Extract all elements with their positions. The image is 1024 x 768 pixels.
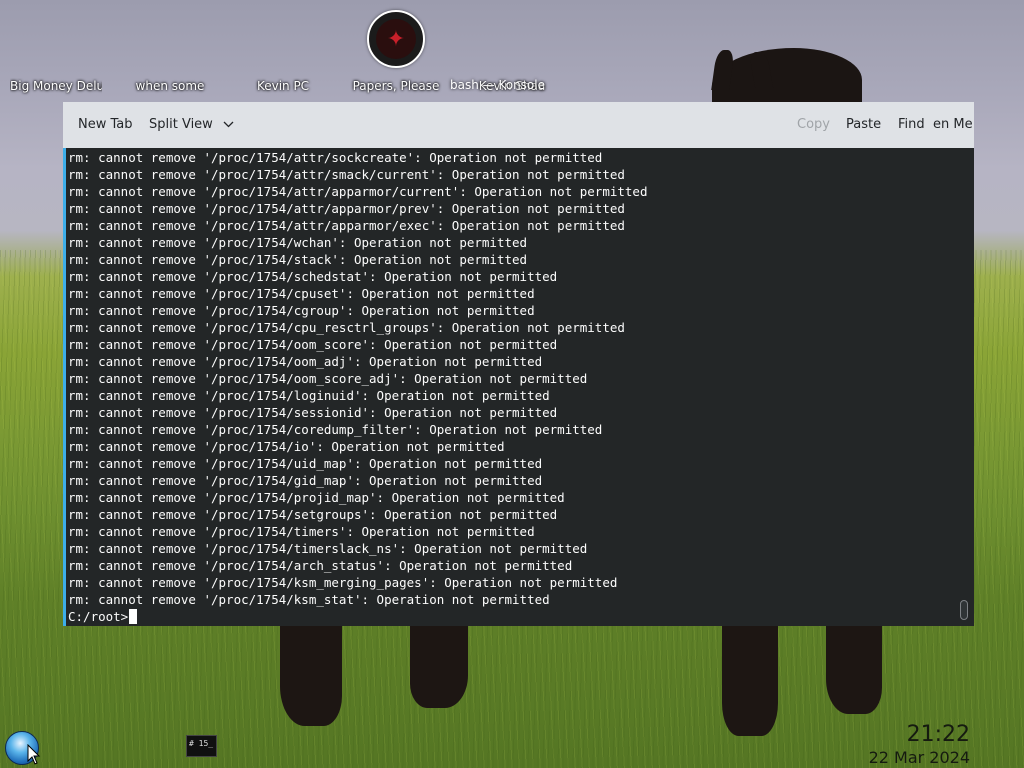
terminal-line: rm: cannot remove '/proc/1754/projid_map… [68, 490, 565, 505]
terminal-line: rm: cannot remove '/proc/1754/wchan': Op… [68, 235, 528, 250]
find-button[interactable]: Find [898, 117, 925, 132]
terminal-line: rm: cannot remove '/proc/1754/arch_statu… [68, 558, 573, 573]
terminal-line: rm: cannot remove '/proc/1754/timerslack… [68, 541, 588, 556]
terminal-line: rm: cannot remove '/proc/1754/oom_adj': … [68, 354, 543, 369]
papers-please-icon[interactable]: ✦ [367, 10, 425, 68]
terminal-line: rm: cannot remove '/proc/1754/attr/appar… [68, 218, 625, 233]
terminal-prompt[interactable]: C:/root> [68, 608, 647, 625]
taskbar-terminal-thumbnail[interactable]: # 15_ [186, 735, 217, 757]
copy-button[interactable]: Copy [797, 117, 830, 132]
taskbar-clock[interactable]: 21:22 22 Mar 2024 [869, 722, 970, 768]
terminal-line: rm: cannot remove '/proc/1754/attr/appar… [68, 201, 625, 216]
wallpaper-horse-leg [410, 626, 468, 708]
terminal-line: rm: cannot remove '/proc/1754/ksm_stat':… [68, 592, 550, 607]
terminal-line: rm: cannot remove '/proc/1754/attr/sockc… [68, 150, 603, 165]
konsole-window: New Tab Split View Copy Paste Find en Me… [63, 102, 974, 626]
split-view-button[interactable]: Split View [149, 117, 234, 132]
window-title-overlay: bash — Konsole [450, 78, 545, 92]
paste-label: Paste [846, 117, 882, 132]
split-view-label: Split View [149, 117, 213, 132]
terminal-line: rm: cannot remove '/proc/1754/ksm_mergin… [68, 575, 618, 590]
menu-button[interactable]: en Me [933, 117, 973, 132]
terminal-line: rm: cannot remove '/proc/1754/cgroup': O… [68, 303, 535, 318]
paste-button[interactable]: Paste [846, 117, 881, 132]
terminal-line: rm: cannot remove '/proc/1754/attr/appar… [68, 184, 648, 199]
terminal-line: rm: cannot remove '/proc/1754/attr/smack… [68, 167, 625, 182]
prompt-text: C:/root> [68, 609, 129, 624]
terminal-line: rm: cannot remove '/proc/1754/io': Opera… [68, 439, 505, 454]
terminal-line: rm: cannot remove '/proc/1754/setgroups'… [68, 507, 558, 522]
terminal-line: rm: cannot remove '/proc/1754/stack': Op… [68, 252, 528, 267]
terminal-line: rm: cannot remove '/proc/1754/cpu_resctr… [68, 320, 625, 335]
mouse-pointer-icon [27, 744, 41, 765]
text-cursor [129, 609, 138, 624]
terminal-line: rm: cannot remove '/proc/1754/loginuid':… [68, 388, 550, 403]
terminal-line: rm: cannot remove '/proc/1754/coredump_f… [68, 422, 603, 437]
terminal-line: rm: cannot remove '/proc/1754/gid_map': … [68, 473, 543, 488]
terminal-line: rm: cannot remove '/proc/1754/cpuset': O… [68, 286, 535, 301]
terminal-scrollbar[interactable] [960, 600, 968, 620]
chevron-down-icon [223, 117, 234, 132]
terminal-lines: rm: cannot remove '/proc/1754/attr/sockc… [68, 149, 647, 625]
copy-label: Copy [797, 117, 830, 132]
menu-label: en Me [933, 117, 973, 132]
terminal-line: rm: cannot remove '/proc/1754/oom_score'… [68, 337, 558, 352]
terminal-line: rm: cannot remove '/proc/1754/uid_map': … [68, 456, 543, 471]
terminal-output[interactable]: rm: cannot remove '/proc/1754/attr/sockc… [63, 148, 974, 626]
wallpaper-horse-leg [722, 626, 778, 736]
konsole-toolbar: New Tab Split View Copy Paste Find en Me [63, 102, 974, 148]
new-tab-label: New Tab [78, 117, 133, 132]
wallpaper-horse-leg [826, 626, 882, 714]
terminal-line: rm: cannot remove '/proc/1754/sessionid'… [68, 405, 558, 420]
terminal-line: rm: cannot remove '/proc/1754/timers': O… [68, 524, 535, 539]
terminal-line: rm: cannot remove '/proc/1754/oom_score_… [68, 371, 588, 386]
clock-time: 21:22 [906, 722, 970, 747]
find-label: Find [898, 117, 925, 132]
terminal-line: rm: cannot remove '/proc/1754/schedstat'… [68, 269, 558, 284]
new-tab-button[interactable]: New Tab [78, 117, 133, 132]
wallpaper-horse-leg [280, 626, 342, 726]
clock-date: 22 Mar 2024 [868, 748, 970, 767]
